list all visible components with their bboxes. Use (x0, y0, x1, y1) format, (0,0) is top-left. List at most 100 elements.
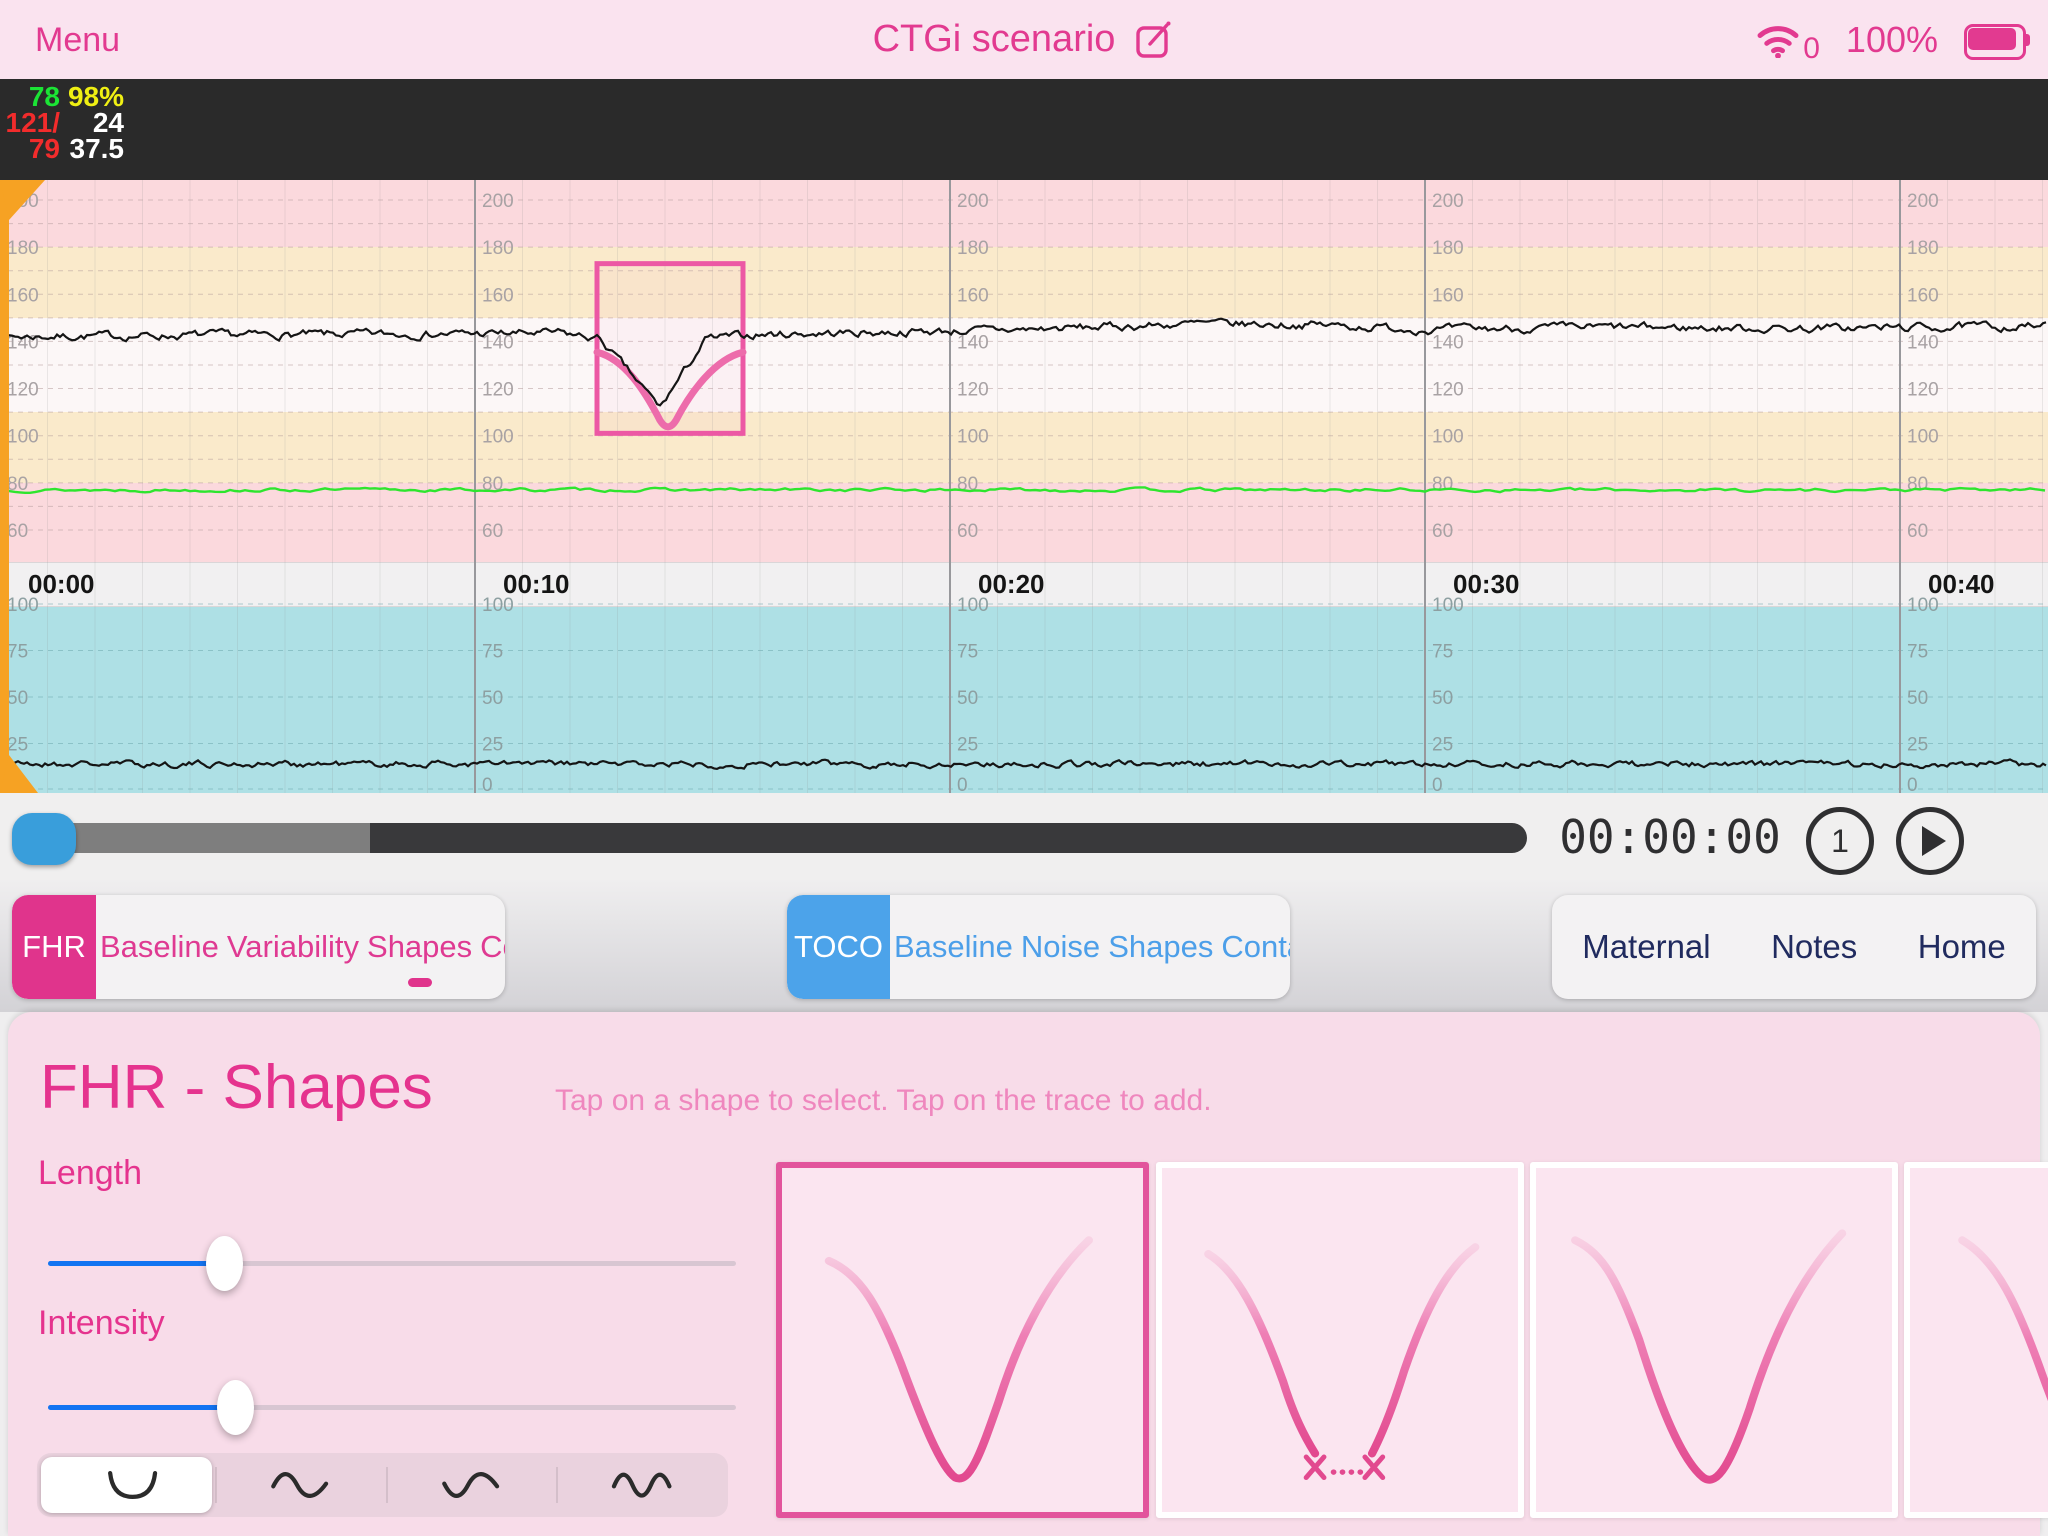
v-deceleration-dotted-nadir-icon (1162, 1168, 1518, 1512)
tab-toco[interactable]: TOCO (787, 895, 890, 999)
toco-axis-tick-label: 75 (1907, 642, 1928, 663)
fhr-axis-tick-label: 60 (1907, 521, 1928, 542)
toco-axis-tick-label: 50 (482, 688, 503, 709)
toco-tab-noise[interactable]: Noise (1017, 895, 1104, 999)
fhr-axis-tick-label: 120 (1907, 380, 1939, 401)
shape-card-v-deceleration-wide[interactable] (1530, 1162, 1898, 1518)
shape-card-v-deceleration[interactable] (776, 1162, 1149, 1518)
fhr-axis-tick-label: 80 (1432, 474, 1453, 495)
playhead-marker (0, 180, 9, 793)
fhr-axis-tick-label: 120 (7, 380, 39, 401)
fhr-axis-tick-label: 180 (7, 238, 39, 259)
toco-tab-shapes[interactable]: Shapes (1104, 895, 1217, 999)
toco-tab-contact[interactable]: Contact (1217, 895, 1290, 999)
fhr-axis-tick-label: 200 (1907, 191, 1939, 212)
fhr-tab-baseline[interactable]: Baseline (96, 895, 223, 999)
toco-tab-bar: TOCO BaselineNoiseShapesContact (787, 895, 1290, 999)
toco-axis-tick-label: 25 (482, 735, 503, 756)
edit-title-icon[interactable] (1133, 19, 1175, 61)
toco-axis-tick-label: 25 (7, 735, 28, 756)
fhr-axis-tick-label: 160 (1907, 285, 1939, 306)
toco-axis-tick-label: 50 (1907, 688, 1928, 709)
v-deceleration-partial-icon (1910, 1168, 2048, 1512)
toco-axis-tick-label: 50 (957, 688, 978, 709)
toco-trace (0, 759, 2046, 769)
fhr-shapes-panel: FHR - Shapes Tap on a shape to select. T… (8, 1012, 2040, 1536)
fhr-axis-tick-label: 100 (1432, 427, 1464, 448)
fhr-axis-tick-label: 140 (957, 332, 989, 353)
toco-tab-baseline[interactable]: Baseline (890, 895, 1017, 999)
v-deceleration-icon (782, 1168, 1143, 1512)
fhr-axis-tick-label: 180 (482, 238, 514, 259)
fhr-axis-tick-label: 200 (957, 191, 989, 212)
toco-axis-tick-label: 50 (1432, 688, 1453, 709)
ctgi-app: Menu CTGi scenario 0 100% (0, 0, 2048, 1536)
fhr-axis-tick-label: 60 (482, 521, 503, 542)
wifi-icon (1755, 22, 1801, 58)
nav-tab-notes[interactable]: Notes (1767, 895, 1861, 999)
fhr-axis-tick-label: 180 (1907, 238, 1939, 259)
tab-fhr[interactable]: FHR (12, 895, 96, 999)
nav-tab-home[interactable]: Home (1914, 895, 2010, 999)
elapsed-time: 00:00:00 (1545, 811, 1795, 863)
toco-axis-tick-label: 75 (957, 642, 978, 663)
time-label: 00:10 (503, 569, 570, 599)
speed-button[interactable]: 1 (1806, 807, 1874, 875)
wifi-network-count: 0 (1803, 34, 1820, 64)
toco-axis-tick-label: 0 (1432, 775, 1443, 793)
fhr-axis-tick-label: 200 (1432, 191, 1464, 212)
vital-temperature: 37.5 (60, 136, 124, 162)
shape-card-v-deceleration-dotted-nadir[interactable] (1156, 1162, 1524, 1518)
scrubber-handle[interactable] (12, 813, 76, 865)
toco-axis-tick-label: 0 (957, 775, 968, 793)
time-label: 00:00 (28, 569, 95, 599)
maternal-green-trace (0, 487, 2045, 492)
play-button[interactable] (1896, 807, 1964, 875)
shape-card-v-deceleration-partial[interactable] (1904, 1162, 2048, 1518)
fhr-axis-tick-label: 180 (957, 238, 989, 259)
fhr-axis-tick-label: 160 (957, 285, 989, 306)
toco-axis-tick-label: 75 (482, 642, 503, 663)
fhr-axis-tick-label: 140 (1432, 332, 1464, 353)
vital-bp-diastolic: 79 (0, 136, 60, 162)
tab-row: FHR BaselineVariabilityShapesContact TOC… (0, 880, 2048, 1012)
playback-bar: 00:00:00 1 (0, 793, 2048, 880)
vitals-strip: 78 98% 121/ 24 79 37.5 (0, 79, 2048, 180)
fhr-axis-tick-label: 140 (1907, 332, 1939, 353)
fhr-tab-contact[interactable]: Contact (476, 895, 505, 999)
fhr-axis-tick-label: 100 (957, 427, 989, 448)
shape-selection-box[interactable] (597, 264, 743, 434)
time-label: 00:30 (1453, 569, 1520, 599)
ctg-chart-svg: 200 180 160 140 120 100 80 60 100 75 50 25 0 200 180 16… (0, 180, 2048, 793)
fhr-tab-variability[interactable]: Variability (223, 895, 363, 999)
fhr-trace (0, 319, 2046, 406)
toco-axis-tick-label: 25 (957, 735, 978, 756)
page-title: CTGi scenario (873, 18, 1116, 61)
toco-axis-tick-label: 25 (1432, 735, 1453, 756)
fhr-axis-tick-label: 100 (7, 427, 39, 448)
fhr-axis-tick-label: 120 (1432, 380, 1464, 401)
fhr-axis-tick-label: 180 (1432, 238, 1464, 259)
toco-axis-tick-label: 25 (1907, 735, 1928, 756)
toco-axis-tick-label: 0 (1907, 775, 1918, 793)
toco-axis-tick-label: 75 (1432, 642, 1453, 663)
fhr-tab-shapes[interactable]: Shapes (363, 895, 476, 999)
fhr-tab-bar: FHR BaselineVariabilityShapesContact (12, 895, 505, 999)
toco-axis-tick-label: 50 (7, 688, 28, 709)
fhr-axis-tick-label: 200 (482, 191, 514, 212)
fhr-axis-tick-label: 60 (957, 521, 978, 542)
fhr-axis-tick-label: 60 (7, 521, 28, 542)
fhr-axis-tick-label: 100 (482, 427, 514, 448)
battery-percent: 100% (1846, 19, 1938, 61)
ctg-trace-area[interactable]: 200 180 160 140 120 100 80 60 100 75 50 25 0 200 180 16… (0, 180, 2048, 793)
fhr-axis-tick-label: 120 (957, 380, 989, 401)
progress-bar[interactable] (24, 823, 1527, 853)
fhr-axis-tick-label: 100 (1907, 427, 1939, 448)
time-label: 00:20 (978, 569, 1045, 599)
fhr-axis-tick-label: 160 (7, 285, 39, 306)
fhr-axis-tick-label: 160 (1432, 285, 1464, 306)
fhr-axis-tick-label: 120 (482, 380, 514, 401)
fhr-axis-tick-label: 80 (1907, 474, 1928, 495)
nav-tab-maternal[interactable]: Maternal (1578, 895, 1714, 999)
toco-axis-tick-label: 75 (7, 642, 28, 663)
